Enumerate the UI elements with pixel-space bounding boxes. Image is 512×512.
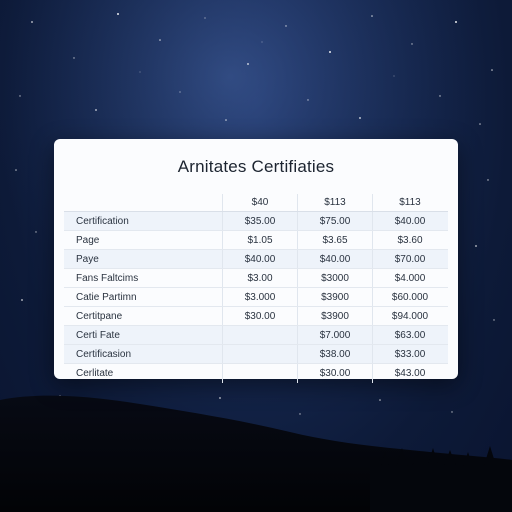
table-cell: $60.000: [372, 288, 447, 306]
table-cell: $30.00: [297, 364, 372, 383]
table-cell: $33.00: [372, 345, 447, 363]
table-cell: $35.00: [222, 212, 297, 230]
header-cell: $113: [297, 194, 372, 211]
row-label: Certification: [76, 215, 129, 227]
table-cell: [222, 364, 297, 383]
row-label: Fans Faltcims: [76, 272, 139, 284]
row-label: Certificasion: [76, 348, 132, 360]
table-row: Page $1.05 $3.65 $3.60: [64, 231, 448, 250]
table-cell: $1.05: [222, 231, 297, 249]
certificates-table: $40 $113 $113 Certification $35.00 $75.0…: [64, 194, 448, 383]
header-cell: $40: [222, 194, 297, 211]
table-cell: $4.000: [372, 269, 447, 287]
row-label: Paye: [76, 253, 99, 265]
card-title: Arnitates Certifiaties: [177, 157, 335, 176]
table-cell: $38.00: [297, 345, 372, 363]
table-cell: $3.60: [372, 231, 447, 249]
table-cell: $94.000: [372, 307, 447, 325]
table-row: Cerlitate $30.00 $43.00: [64, 364, 448, 383]
table-row: Certificasion $38.00 $33.00: [64, 345, 448, 364]
table-cell: $70.00: [372, 250, 447, 268]
table-header-row: $40 $113 $113: [64, 194, 448, 212]
table-cell: $3900: [297, 307, 372, 325]
table-cell: $3.65: [297, 231, 372, 249]
table-cell: $3.00: [222, 269, 297, 287]
table-cell: $40.00: [297, 250, 372, 268]
table-cell: $7.000: [297, 326, 372, 344]
table-cell: $3.000: [222, 288, 297, 306]
table-row: Certification $35.00 $75.00 $40.00: [64, 212, 448, 231]
table-cell: $63.00: [372, 326, 447, 344]
table-cell: $75.00: [297, 212, 372, 230]
table-cell: $30.00: [222, 307, 297, 325]
table-row: Paye $40.00 $40.00 $70.00: [64, 250, 448, 269]
table-row: Certi Fate $7.000 $63.00: [64, 326, 448, 345]
header-cell: $113: [372, 194, 447, 211]
row-label: Certitpane: [76, 310, 123, 322]
table-cell: [222, 345, 297, 363]
table-cell: $40.00: [222, 250, 297, 268]
row-label: Certi Fate: [76, 329, 120, 341]
header-cell: [64, 194, 222, 211]
table-cell: $3000: [297, 269, 372, 287]
table-row: Certitpane $30.00 $3900 $94.000: [64, 307, 448, 326]
row-label: Cerlitate: [76, 368, 114, 379]
row-label: Catie Partimn: [76, 291, 137, 303]
row-label: Page: [76, 234, 100, 246]
table-cell: $40.00: [372, 212, 447, 230]
certificates-card: Arnitates Certifiaties $40 $113 $113 Cer…: [54, 139, 458, 383]
table-row: Fans Faltcims $3.00 $3000 $4.000: [64, 269, 448, 288]
table-row: Catie Partimn $3.000 $3900 $60.000: [64, 288, 448, 307]
table-cell: $43.00: [372, 364, 447, 383]
table-cell: $3900: [297, 288, 372, 306]
table-cell: [222, 326, 297, 344]
